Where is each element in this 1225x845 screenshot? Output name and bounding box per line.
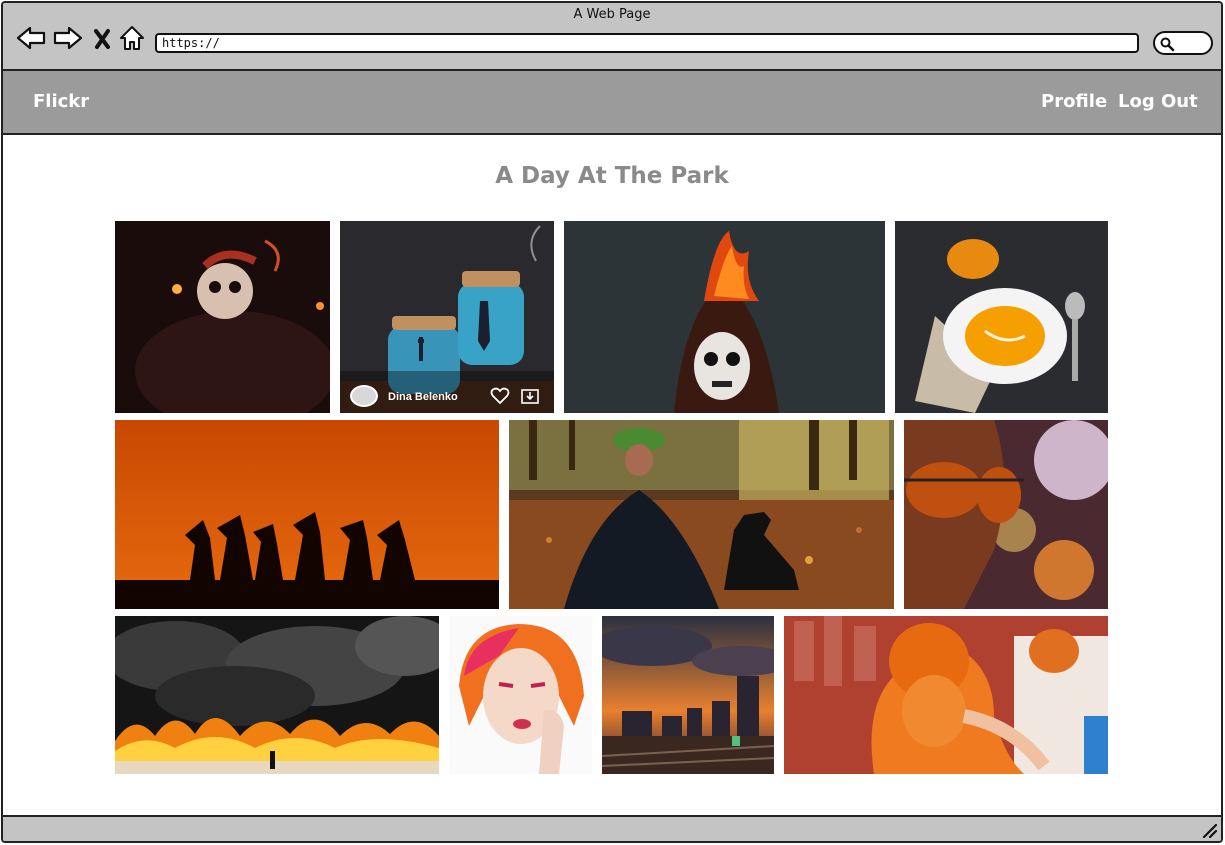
app-header: Flickr Profile Log Out <box>3 71 1221 135</box>
browser-window: A Web Page https:// Flickr Profile Log O… <box>1 1 1223 843</box>
forward-arrow-icon[interactable] <box>53 23 83 53</box>
back-arrow-icon[interactable] <box>16 23 46 53</box>
photo-tile[interactable] <box>449 616 592 774</box>
brand-logo[interactable]: Flickr <box>33 91 89 112</box>
url-input[interactable]: https:// <box>155 33 1139 53</box>
album-title: A Day At The Park <box>495 163 729 189</box>
photo-tile[interactable] <box>115 420 499 609</box>
photo-tile[interactable] <box>904 420 1108 609</box>
author-name[interactable]: Dina Belenko <box>388 391 458 403</box>
browser-search-box[interactable] <box>1153 31 1213 55</box>
nav-profile-link[interactable]: Profile <box>1041 91 1107 112</box>
photo-tile[interactable] <box>895 221 1108 413</box>
window-title: A Web Page <box>573 7 651 22</box>
photo-tile[interactable] <box>115 616 439 774</box>
photo-tile-hovered[interactable]: Dina Belenko <box>340 221 554 413</box>
search-icon <box>1160 37 1175 52</box>
photo-tile[interactable] <box>564 221 885 413</box>
browser-status-bar <box>3 815 1221 841</box>
heart-icon[interactable] <box>490 387 510 405</box>
browser-chrome: A Web Page https:// <box>3 3 1221 71</box>
photo-tile[interactable] <box>115 221 330 413</box>
nav-logout-link[interactable]: Log Out <box>1118 91 1198 112</box>
home-icon[interactable] <box>117 23 147 53</box>
download-icon[interactable] <box>520 387 540 405</box>
photo-tile[interactable] <box>602 616 774 774</box>
resize-grip-icon[interactable] <box>1201 822 1218 839</box>
author-avatar[interactable] <box>350 385 378 407</box>
photo-tile[interactable] <box>784 616 1108 774</box>
photo-tile[interactable] <box>509 420 894 609</box>
